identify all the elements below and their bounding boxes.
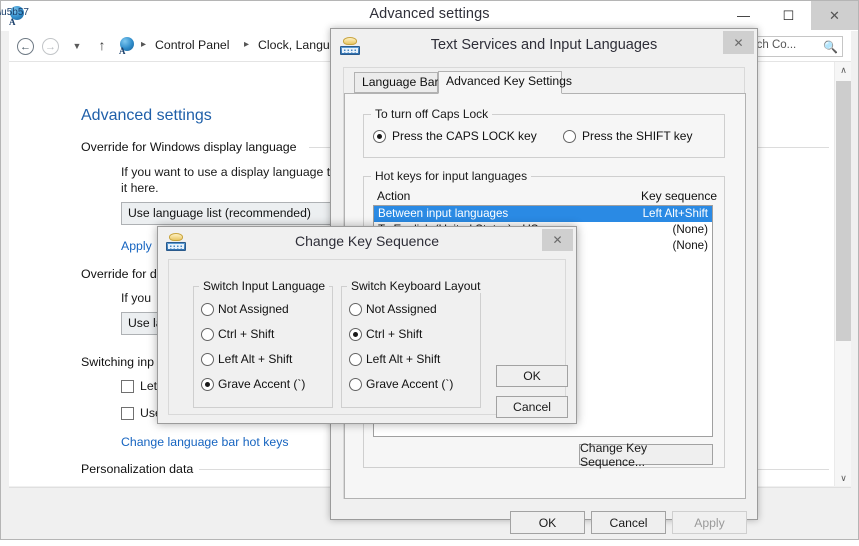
page-title: Advanced settings [81, 107, 212, 124]
tab-advanced-key-settings[interactable]: Advanced Key Settings [438, 71, 572, 94]
radio-label-input-grave-accent: Grave Accent (`) [218, 377, 306, 391]
change-key-sequence-titlebar: Change Key Sequence ✕ [158, 227, 576, 257]
radio-input-not-assigned[interactable] [201, 303, 214, 316]
hot-key-action: Between input languages [378, 207, 509, 220]
hot-keys-legend: Hot keys for input languages [371, 169, 532, 183]
checkbox-use-desktop-bar[interactable] [121, 407, 134, 420]
maximize-button[interactable]: ☐ [766, 1, 811, 30]
breadcrumb-language-globe-icon: A [119, 37, 137, 56]
scroll-down-arrow-icon[interactable]: ∨ [835, 470, 851, 486]
window-titlebar: A \u5b57 Advanced settings — ☐ ✕ [0, 1, 858, 31]
recent-locations-chevron-down-icon[interactable]: ▼ [69, 38, 85, 54]
up-one-level-button[interactable]: ↑ [94, 36, 110, 54]
forward-button[interactable]: → [42, 38, 59, 55]
scroll-up-arrow-icon[interactable]: ∧ [835, 62, 851, 79]
radio-label-input-not-assigned: Not Assigned [218, 302, 289, 316]
radio-input-left-alt-shift[interactable] [201, 353, 214, 366]
column-header-key-sequence: Key sequence [640, 189, 717, 203]
close-button[interactable]: ✕ [811, 1, 858, 30]
radio-label-input-left-alt-shift: Left Alt + Shift [218, 352, 293, 366]
radio-label-layout-left-alt-shift: Left Alt + Shift [366, 352, 441, 366]
switch-input-language-legend: Switch Input Language [199, 279, 330, 293]
switch-keyboard-layout-legend: Switch Keyboard Layout [347, 279, 485, 293]
change-key-sequence-ok-button[interactable]: OK [496, 365, 568, 387]
change-key-sequence-dialog: Change Key Sequence ✕ Switch Input Langu… [157, 226, 577, 424]
caps-lock-legend: To turn off Caps Lock [371, 107, 493, 121]
hot-key-sequence: Left Alt+Shift [642, 207, 708, 220]
hot-key-sequence: (None) [672, 239, 708, 252]
vertical-scrollbar[interactable]: ∧ ∨ [834, 62, 851, 486]
checkbox-label-let: Let [140, 379, 158, 393]
back-button[interactable]: ← [17, 38, 34, 55]
search-icon[interactable]: 🔍 [823, 40, 838, 54]
checkbox-let-me-set[interactable] [121, 380, 134, 393]
apply-link[interactable]: Apply [121, 239, 152, 253]
radio-label-layout-not-assigned: Not Assigned [366, 302, 437, 316]
change-key-sequence-body: Switch Input Language Not Assigned Ctrl … [168, 259, 568, 418]
radio-press-caps-lock-key[interactable] [373, 130, 386, 143]
column-header-action: Action [377, 189, 411, 203]
change-key-sequence-title: Change Key Sequence [295, 233, 439, 249]
apply-button: Apply [672, 511, 747, 534]
hot-key-sequence: (None) [672, 223, 708, 236]
change-key-sequence-button[interactable]: Change Key Sequence... [579, 441, 713, 469]
ok-button[interactable]: OK [510, 511, 585, 534]
section2-description: If you [121, 291, 152, 305]
radio-layout-not-assigned[interactable] [349, 303, 362, 316]
change-language-bar-hot-keys-link[interactable]: Change language bar hot keys [121, 435, 289, 449]
radio-layout-left-alt-shift[interactable] [349, 353, 362, 366]
radio-layout-ctrl-shift[interactable] [349, 328, 362, 341]
tab-language-bar[interactable]: Language Bar [354, 72, 439, 93]
breadcrumb-clock-language[interactable]: Clock, Langua [258, 38, 337, 52]
radio-input-ctrl-shift[interactable] [201, 328, 214, 341]
radio-label-press-caps-lock-key: Press the CAPS LOCK key [392, 129, 537, 143]
cancel-button[interactable]: Cancel [591, 511, 666, 534]
scrollbar-thumb[interactable] [836, 81, 851, 341]
change-key-sequence-close-icon[interactable]: ✕ [542, 229, 573, 251]
group-label-display-language-override: Override for Windows display language [81, 140, 303, 154]
group-label-default-account-override: Override for d [81, 267, 163, 281]
minimize-button[interactable]: — [721, 1, 766, 30]
group-label-personalization-data: Personalization data [81, 462, 200, 476]
radio-press-shift-key[interactable] [563, 130, 576, 143]
change-key-sequence-cancel-button[interactable]: Cancel [496, 396, 568, 418]
radio-label-press-shift-key: Press the SHIFT key [582, 129, 693, 143]
radio-label-layout-grave-accent: Grave Accent (`) [366, 377, 454, 391]
group-label-switching-input: Switching inp [81, 355, 161, 369]
list-item[interactable]: Between input languages Left Alt+Shift [374, 206, 712, 222]
radio-input-grave-accent[interactable] [201, 378, 214, 391]
text-services-titlebar: Text Services and Input Languages ✕ [331, 29, 757, 63]
breadcrumb-separator-icon-2: ▸ [244, 39, 250, 50]
section1-description-line2: it here. [121, 181, 159, 195]
display-language-combo[interactable]: Use language list (recommended) [121, 202, 341, 225]
breadcrumb-control-panel[interactable]: Control Panel [155, 38, 230, 52]
radio-label-layout-ctrl-shift: Ctrl + Shift [366, 327, 423, 341]
breadcrumb-separator-icon: ▸ [141, 39, 147, 50]
text-services-close-icon[interactable]: ✕ [723, 31, 754, 54]
radio-label-input-ctrl-shift: Ctrl + Shift [218, 327, 275, 341]
text-services-title: Text Services and Input Languages [430, 37, 658, 53]
radio-layout-grave-accent[interactable] [349, 378, 362, 391]
